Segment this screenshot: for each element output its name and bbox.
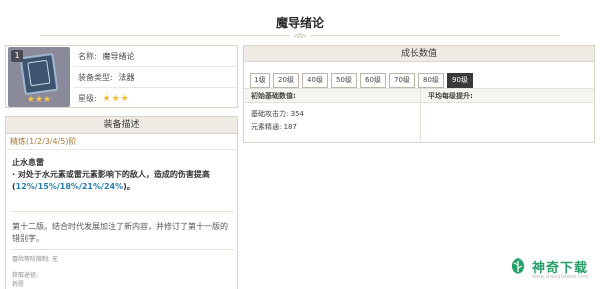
stat-columns: 初始基础数值: 平均每级提升: 基础攻击力: 354 元素精通: 187 [244, 89, 594, 142]
atk-value: 354 [290, 110, 304, 118]
atk-stat: 基础攻击力: 354 [251, 109, 304, 119]
info-key: 星级: [78, 94, 97, 103]
growth-header: 成长数值 [244, 46, 594, 62]
info-key: 名称: [78, 52, 97, 61]
level-button[interactable]: 50级 [331, 73, 357, 88]
title-ornament-icon [293, 33, 307, 39]
level-button[interactable]: 70级 [389, 73, 415, 88]
description-panel: 装备描述 精炼(1/2/3/4/5)阶 止水息雷 · 对处于水元素或雷元素影响下… [5, 116, 238, 289]
title-divider-right [310, 35, 560, 36]
ascension-limit: 冒险等阶限制: 无 [12, 256, 58, 263]
level-button[interactable]: 80级 [418, 73, 444, 88]
effect-text: · 对处于水元素或雷元素影响下的敌人，造成的伤害提高(12%/15%/18%/2… [12, 169, 234, 193]
lore-text: 第十二版。结合时代发展加注了新内容，并修订了第十一版的错别字。 [12, 222, 228, 243]
base-stats-header: 初始基础数值: [244, 89, 420, 103]
level-button[interactable]: 60级 [360, 73, 386, 88]
info-key: 装备类型: [78, 73, 113, 82]
rarity-stars: ★★★ [102, 94, 130, 104]
atk-label: 基础攻击力: [251, 110, 289, 118]
refine-label[interactable]: 精炼(1/2/3/4/5)阶 [6, 134, 237, 150]
level-button[interactable]: 1级 [250, 73, 270, 88]
level-button-active[interactable]: 90级 [447, 73, 473, 88]
weapon-portrait: 1 ★★★ [8, 47, 70, 107]
source-label: 获取途径: [12, 272, 39, 279]
portrait-stars: ★★★ [26, 95, 52, 105]
effect-text-suffix: )。 [123, 182, 135, 191]
em-stat: 元素精通: 187 [251, 122, 297, 132]
catalyst-book-icon [19, 52, 59, 96]
page-title: 魔导绪论 [275, 16, 324, 30]
avg-growth-header: 平均每级提升: [420, 89, 594, 103]
info-row-type: 装备类型: 法器 [74, 67, 237, 88]
em-label: 元素精通: [251, 123, 282, 131]
info-value: 魔导绪论 [102, 52, 135, 61]
info-value: 法器 [118, 73, 135, 82]
info-row-rarity: 星级: ★★★ [74, 88, 237, 109]
weapon-info-card: 1 ★★★ 名称: 魔导绪论 装备类型: 法器 星级: ★★★ [5, 45, 238, 108]
growth-panel: 成长数值 1级 20级 40级 50级 60级 70级 80级 90级 初始基础数值: 平均每… [243, 45, 595, 143]
column-divider [420, 103, 421, 142]
em-value: 187 [283, 123, 297, 131]
level-badge: 1 [11, 50, 23, 62]
divider [12, 249, 234, 250]
level-button[interactable]: 40级 [302, 73, 328, 88]
watermark-url: www.shenqixiazai.com [532, 274, 589, 280]
leaf-logo-icon [511, 258, 525, 274]
divider [12, 211, 234, 212]
level-selector: 1级 20级 40级 50级 60级 70级 80级 90级 [244, 62, 594, 89]
description-header: 装备描述 [6, 117, 237, 134]
level-button[interactable]: 20级 [273, 73, 299, 88]
effect-title: 止水息雷 [12, 158, 44, 167]
info-row-name: 名称: 魔导绪论 [74, 46, 237, 67]
title-divider-left [40, 35, 290, 36]
source-value: 祈愿 [12, 281, 25, 288]
effect-values: 12%/15%/18%/21%/24% [15, 182, 124, 191]
